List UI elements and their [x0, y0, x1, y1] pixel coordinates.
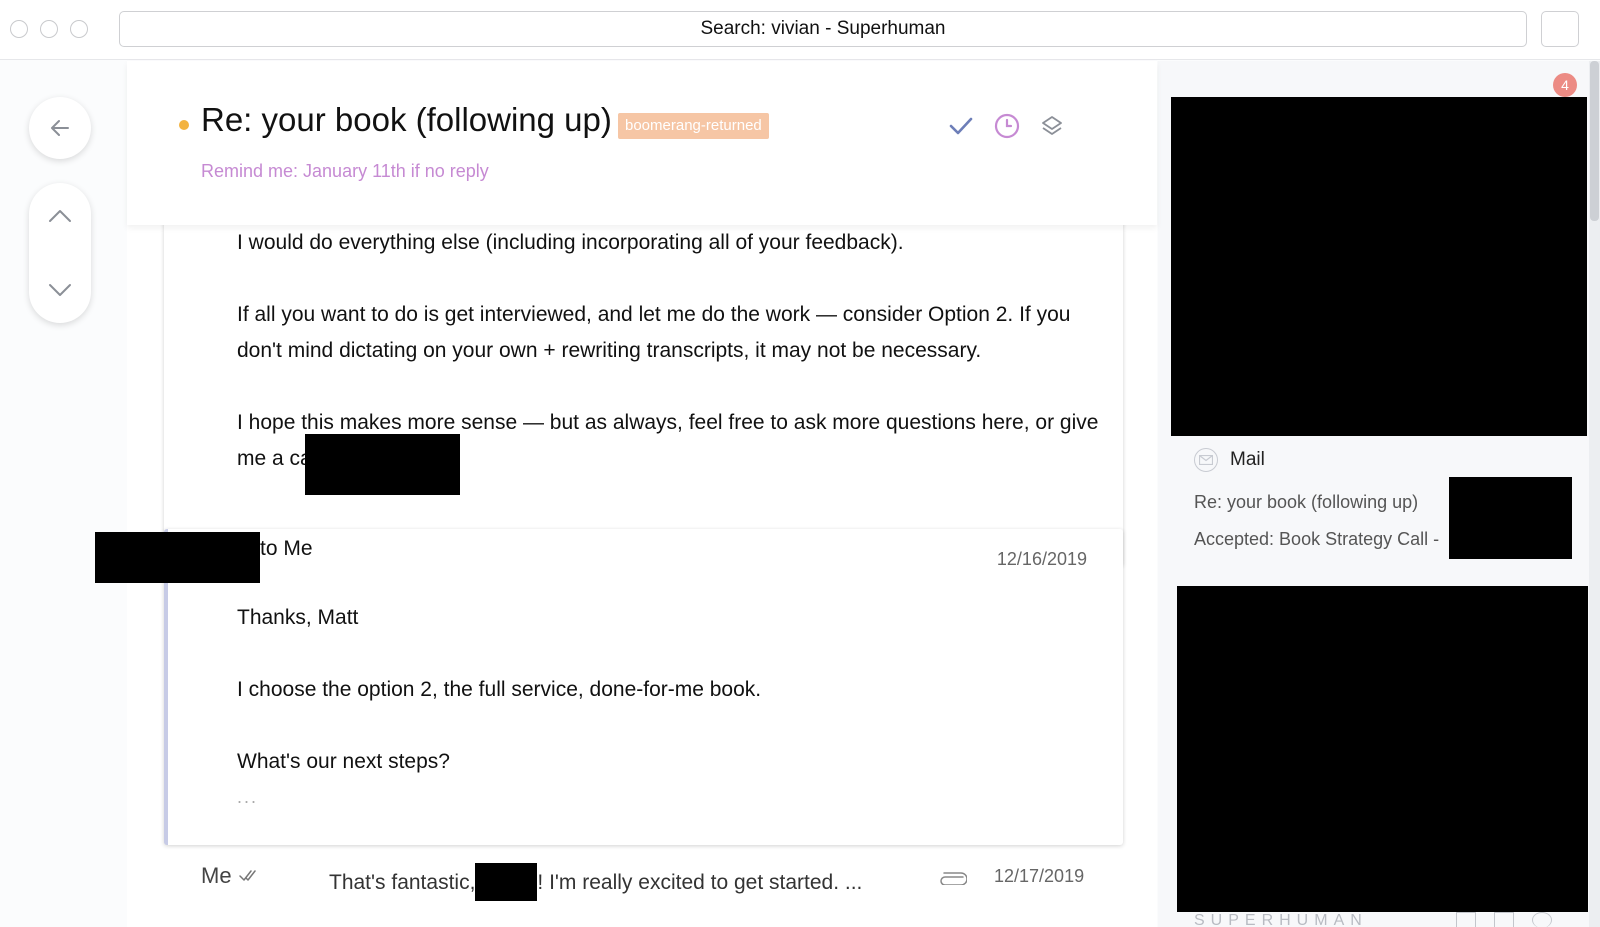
message-nav [29, 183, 91, 323]
message-recipient: to Me [260, 537, 313, 560]
paperclip-icon [940, 872, 967, 885]
redacted-block [1449, 477, 1572, 559]
message-card[interactable]: I would do everything else (including in… [164, 211, 1123, 566]
message-date: 12/16/2019 [996, 549, 1087, 569]
next-message-button[interactable] [29, 265, 91, 315]
compose-icon[interactable] [1456, 912, 1476, 927]
thread-subject: Re: your book (following up) [201, 101, 612, 138]
message-line: don't mind dictating on your own + rewri… [237, 339, 982, 362]
unread-dot [179, 120, 189, 130]
calendar-icon[interactable] [1494, 912, 1514, 927]
mail-thread-link[interactable]: Re: your book (following up) [1194, 492, 1418, 513]
snippet-start: That's fantastic, [329, 871, 476, 894]
message-line: What's our next steps? [237, 750, 450, 773]
window-title-bar[interactable]: Search: vivian - Superhuman [119, 11, 1527, 47]
redacted-sender [95, 532, 260, 583]
show-trimmed-button[interactable]: ... [237, 787, 258, 808]
collapsed-snippet[interactable]: That's fantastic, ! I'm really excited to… [329, 863, 862, 901]
mail-thread-link[interactable]: Accepted: Book Strategy Call - [1194, 529, 1439, 550]
maximize-window-button[interactable] [70, 20, 88, 38]
mail-icon [1194, 448, 1218, 472]
scrollbar-thumb[interactable] [1590, 61, 1599, 221]
collapsed-date: 12/17/2019 [994, 866, 1085, 886]
window-titlebar: Search: vivian - Superhuman [0, 0, 1600, 60]
sent-check-icon [239, 870, 256, 881]
chevron-up-icon [49, 210, 71, 222]
close-window-button[interactable] [10, 20, 28, 38]
reminder-text[interactable]: Remind me: January 11th if no reply [201, 161, 489, 182]
message-line: I choose the option 2, the full service,… [237, 678, 762, 701]
message-line: I would do everything else (including in… [237, 231, 904, 254]
arrow-left-icon [51, 120, 69, 136]
previous-message-button[interactable] [29, 191, 91, 241]
mail-section-title: Mail [1230, 449, 1265, 470]
chevron-down-icon [49, 284, 71, 296]
notification-badge[interactable]: 4 [1553, 73, 1577, 97]
superhuman-wordmark: SUPERHUMAN [1194, 912, 1368, 927]
checkmark-icon [949, 117, 973, 135]
redacted-profile [1171, 97, 1587, 436]
redacted-block [1177, 586, 1588, 912]
remind-button[interactable] [993, 112, 1021, 140]
settings-icon[interactable] [1532, 912, 1552, 927]
snippet-end: ! I'm really excited to get started. ... [537, 871, 863, 894]
message-card[interactable]: 12/16/2019 Thanks, Matt I choose the opt… [164, 529, 1123, 845]
minimize-window-button[interactable] [40, 20, 58, 38]
clock-icon [994, 113, 1020, 139]
redacted-block [305, 434, 460, 495]
collapsed-sender[interactable]: Me [201, 863, 232, 889]
layers-icon [1042, 116, 1062, 135]
redacted-block [475, 863, 538, 901]
message-line: If all you want to do is get interviewed… [237, 303, 1071, 326]
thread-header: Re: your book (following up) boomerang-r… [127, 61, 1157, 225]
label-button[interactable] [1038, 112, 1066, 140]
mark-done-button[interactable] [947, 112, 975, 140]
back-button[interactable] [29, 97, 91, 159]
message-line: Thanks, Matt [237, 606, 359, 629]
extension-button[interactable] [1541, 11, 1579, 47]
conversation-pane: Re: your book (following up) boomerang-r… [127, 61, 1157, 927]
label-badge[interactable]: boomerang-returned [618, 113, 769, 139]
